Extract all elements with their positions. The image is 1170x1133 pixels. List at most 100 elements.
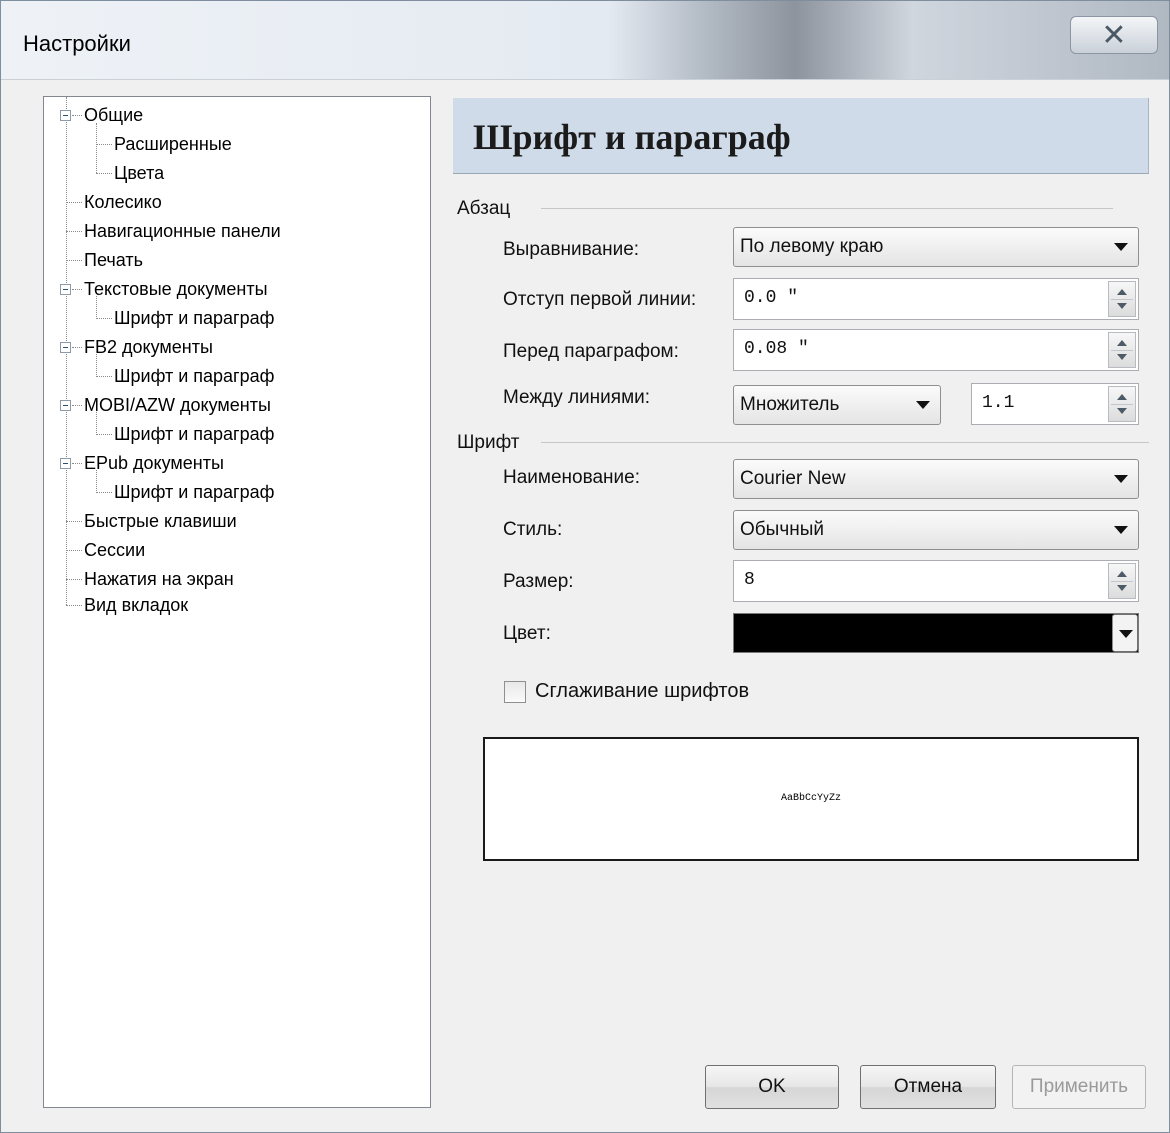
font-name-select[interactable]: Courier New bbox=[733, 459, 1139, 499]
ok-button[interactable]: OK bbox=[705, 1065, 839, 1109]
arrow-down-icon[interactable] bbox=[1117, 303, 1127, 309]
close-button[interactable]: ✕ bbox=[1070, 16, 1158, 54]
tree-item-colors[interactable]: Цвета bbox=[114, 162, 164, 184]
collapse-icon[interactable] bbox=[60, 342, 71, 353]
alignment-label: Выравнивание: bbox=[503, 239, 640, 260]
spin-buttons[interactable] bbox=[1108, 281, 1136, 317]
collapse-icon[interactable] bbox=[60, 400, 71, 411]
title-bar[interactable]: Настройки ✕ bbox=[1, 1, 1169, 80]
tree-item-text-font-paragraph[interactable]: Шрифт и параграф bbox=[114, 307, 274, 329]
page-title: Шрифт и параграф bbox=[473, 117, 791, 157]
settings-dialog: Настройки ✕ Общие Расширенные Цвета Коле… bbox=[0, 0, 1170, 1133]
arrow-up-icon[interactable] bbox=[1117, 394, 1127, 400]
font-size-label: Размер: bbox=[503, 571, 574, 592]
group-divider bbox=[541, 208, 1113, 209]
tree-connector bbox=[96, 144, 112, 145]
tree-item-epub-font-paragraph[interactable]: Шрифт и параграф bbox=[114, 481, 274, 503]
ok-button-label: OK bbox=[758, 1076, 786, 1097]
tree-item-print[interactable]: Печать bbox=[84, 249, 143, 271]
tree-connector bbox=[66, 202, 82, 203]
tree-item-fb2-docs[interactable]: FB2 документы bbox=[84, 336, 213, 358]
antialias-checkbox[interactable] bbox=[504, 681, 526, 703]
tree-connector bbox=[96, 492, 112, 493]
collapse-icon[interactable] bbox=[60, 110, 71, 121]
tree-item-fb2-font-paragraph[interactable]: Шрифт и параграф bbox=[114, 365, 274, 387]
before-paragraph-spinner[interactable]: 0.08 " bbox=[733, 329, 1139, 371]
tree-item-nav-panels[interactable]: Навигационные панели bbox=[84, 220, 281, 242]
tree-item-sessions[interactable]: Сессии bbox=[84, 539, 145, 561]
tree-connector bbox=[66, 231, 82, 232]
line-spacing-spinner[interactable]: 1.1 bbox=[971, 383, 1139, 425]
tree-connector bbox=[72, 115, 82, 116]
tree-connector bbox=[96, 376, 112, 377]
spin-buttons[interactable] bbox=[1108, 563, 1136, 599]
tree-item-wheel[interactable]: Колесико bbox=[84, 191, 162, 213]
antialias-label[interactable]: Сглаживание шрифтов bbox=[535, 680, 749, 703]
tree-connector bbox=[72, 463, 82, 464]
tree-item-screen-taps[interactable]: Нажатия на экран bbox=[84, 568, 234, 590]
arrow-down-icon[interactable] bbox=[1117, 354, 1127, 360]
tree-connector bbox=[96, 434, 112, 435]
font-preview: AaBbCcYyZz bbox=[483, 737, 1139, 861]
line-spacing-value: 1.1 bbox=[982, 393, 1015, 413]
line-spacing-mode-value: Множитель bbox=[740, 394, 840, 415]
tree-connector bbox=[66, 605, 82, 606]
font-size-spinner[interactable]: 8 bbox=[733, 560, 1139, 602]
font-color-select[interactable] bbox=[733, 613, 1139, 653]
tree-item-general[interactable]: Общие bbox=[84, 104, 143, 126]
apply-button-label: Применить bbox=[1029, 1076, 1129, 1097]
tree-connector bbox=[66, 521, 82, 522]
before-paragraph-value: 0.08 " bbox=[744, 339, 809, 359]
paragraph-group-label: Абзац bbox=[457, 198, 511, 219]
font-style-value: Обычный bbox=[740, 519, 824, 540]
alignment-select[interactable]: По левому краю bbox=[733, 227, 1139, 267]
font-style-select[interactable]: Обычный bbox=[733, 510, 1139, 550]
font-name-value: Courier New bbox=[740, 468, 846, 489]
tree-item-mobi-docs[interactable]: MOBI/AZW документы bbox=[84, 394, 271, 416]
tree-item-text-docs[interactable]: Текстовые документы bbox=[84, 278, 268, 300]
spin-buttons[interactable] bbox=[1108, 332, 1136, 368]
chevron-down-icon bbox=[916, 401, 930, 409]
tree-connector bbox=[66, 579, 82, 580]
collapse-icon[interactable] bbox=[60, 458, 71, 469]
tree-connector bbox=[96, 123, 97, 173]
tree-connector bbox=[72, 405, 82, 406]
tree-connector bbox=[72, 289, 82, 290]
collapse-icon[interactable] bbox=[60, 284, 71, 295]
line-spacing-mode-select[interactable]: Множитель bbox=[733, 385, 941, 425]
spin-divider bbox=[1111, 299, 1133, 300]
settings-tree[interactable]: Общие Расширенные Цвета Колесико Навигац… bbox=[43, 96, 431, 1108]
cancel-button[interactable]: Отмена bbox=[860, 1065, 996, 1109]
spin-buttons[interactable] bbox=[1108, 386, 1136, 422]
chevron-down-icon[interactable] bbox=[1112, 614, 1138, 652]
arrow-up-icon[interactable] bbox=[1117, 289, 1127, 295]
first-indent-label: Отступ первой линии: bbox=[503, 289, 697, 310]
tree-item-tab-view[interactable]: Вид вкладок bbox=[84, 594, 188, 616]
tree-item-hotkeys[interactable]: Быстрые клавиши bbox=[84, 510, 237, 532]
tree-connector bbox=[72, 347, 82, 348]
tree-connector bbox=[96, 318, 112, 319]
tree-item-advanced[interactable]: Расширенные bbox=[114, 133, 232, 155]
font-size-value: 8 bbox=[744, 570, 755, 590]
arrow-down-icon[interactable] bbox=[1117, 408, 1127, 414]
tree-connector bbox=[96, 173, 112, 174]
first-indent-spinner[interactable]: 0.0 " bbox=[733, 278, 1139, 320]
spin-divider bbox=[1111, 404, 1133, 405]
group-divider bbox=[541, 442, 1149, 443]
font-name-label: Наименование: bbox=[503, 467, 640, 488]
arrow-up-icon[interactable] bbox=[1117, 571, 1127, 577]
font-color-label: Цвет: bbox=[503, 623, 551, 644]
window-title: Настройки bbox=[23, 31, 131, 56]
apply-button[interactable]: Применить bbox=[1012, 1065, 1146, 1109]
spin-divider bbox=[1111, 581, 1133, 582]
chevron-down-icon bbox=[1114, 526, 1128, 534]
alignment-value: По левому краю bbox=[740, 236, 884, 257]
arrow-down-icon[interactable] bbox=[1117, 585, 1127, 591]
page-header: Шрифт и параграф bbox=[453, 98, 1149, 174]
font-group-label: Шрифт bbox=[457, 432, 520, 453]
tree-connector bbox=[66, 260, 82, 261]
arrow-up-icon[interactable] bbox=[1117, 340, 1127, 346]
tree-item-epub-docs[interactable]: EPub документы bbox=[84, 452, 224, 474]
close-icon: ✕ bbox=[1101, 18, 1127, 52]
tree-item-mobi-font-paragraph[interactable]: Шрифт и параграф bbox=[114, 423, 274, 445]
